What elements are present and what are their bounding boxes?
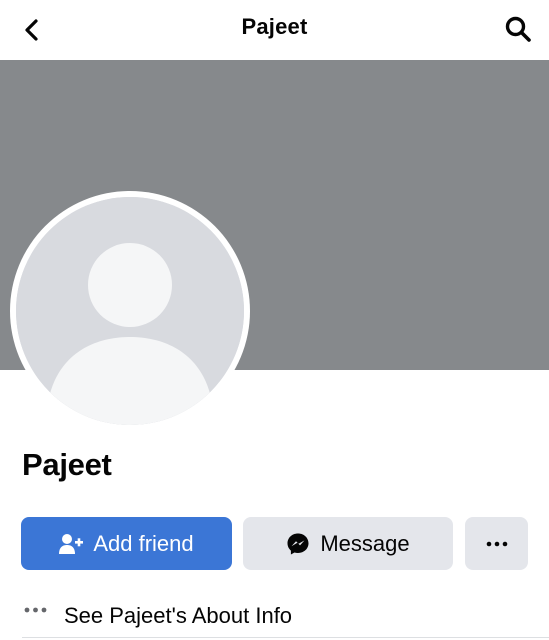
- add-friend-label: Add friend: [93, 530, 194, 556]
- message-label: Message: [320, 530, 410, 556]
- more-options-button[interactable]: [465, 517, 528, 570]
- about-info-label: See Pajeet's About Info: [64, 603, 293, 628]
- add-friend-button[interactable]: Add friend: [21, 517, 232, 570]
- profile-name: Pajeet: [22, 447, 112, 482]
- message-button[interactable]: Message: [243, 517, 453, 570]
- messenger-icon: [286, 532, 310, 556]
- avatar-silhouette-icon: [16, 197, 244, 425]
- profile-picture[interactable]: [10, 191, 250, 431]
- top-nav-bar: Pajeet: [0, 0, 549, 60]
- header-title: Pajeet: [241, 14, 308, 39]
- about-info-row[interactable]: See Pajeet's About Info: [0, 594, 549, 636]
- add-friend-icon: [59, 533, 84, 555]
- search-icon: [505, 16, 531, 42]
- more-dots-icon: [486, 541, 507, 546]
- profile-photo-placeholder: [16, 197, 244, 425]
- search-button[interactable]: [499, 10, 537, 48]
- divider: [22, 637, 549, 638]
- ellipsis-icon: [24, 607, 47, 613]
